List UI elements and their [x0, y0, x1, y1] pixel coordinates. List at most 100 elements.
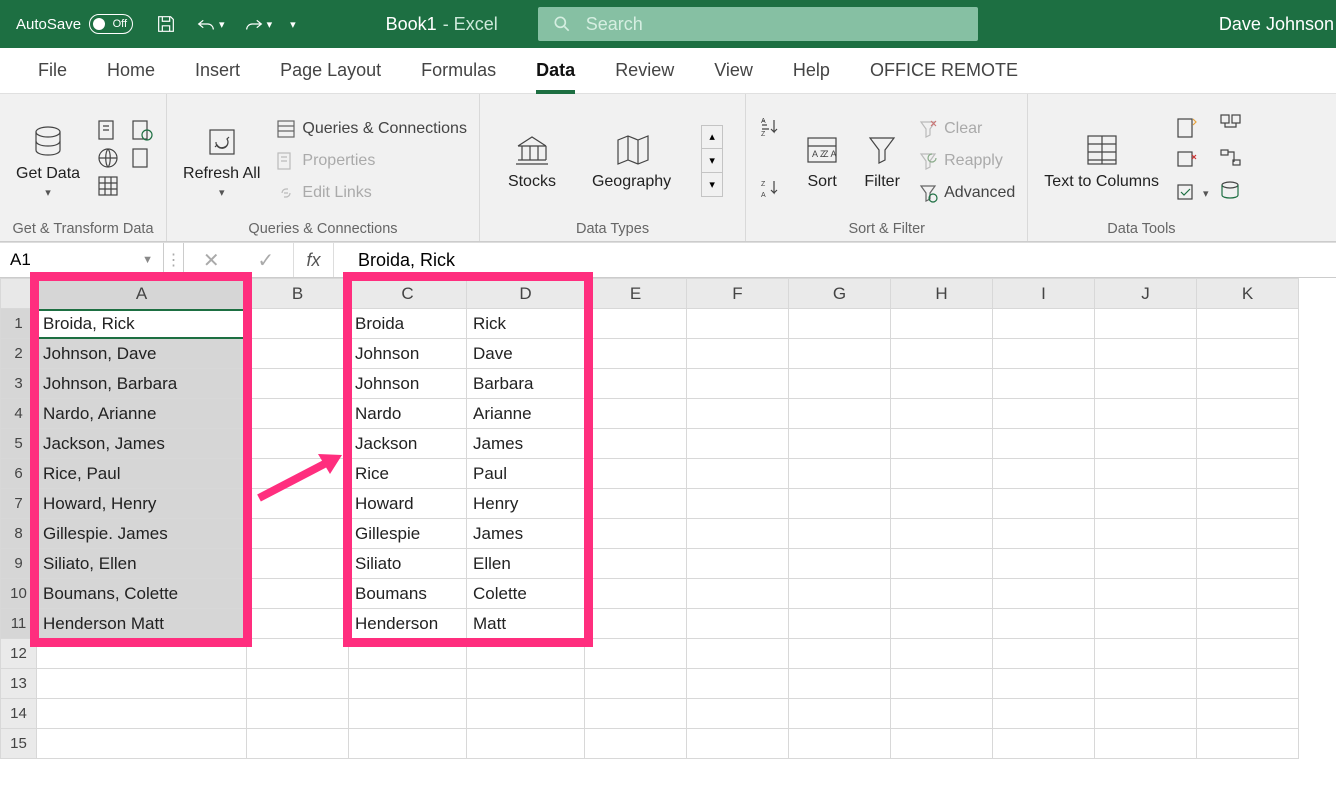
cell-A14[interactable]	[37, 699, 247, 729]
name-box-dropdown-icon[interactable]: ▼	[142, 254, 153, 266]
cell-K4[interactable]	[1197, 399, 1299, 429]
row-header-9[interactable]: 9	[1, 549, 37, 579]
gallery-down-button[interactable]: ▾	[701, 149, 723, 173]
cell-A3[interactable]: Johnson, Barbara	[37, 369, 247, 399]
col-header-J[interactable]: J	[1095, 279, 1197, 309]
cell-I6[interactable]	[993, 459, 1095, 489]
cell-C10[interactable]: Boumans	[349, 579, 467, 609]
tab-help[interactable]: Help	[773, 48, 850, 94]
cell-A12[interactable]	[37, 639, 247, 669]
cell-B7[interactable]	[247, 489, 349, 519]
cell-J13[interactable]	[1095, 669, 1197, 699]
cell-A9[interactable]: Siliato, Ellen	[37, 549, 247, 579]
cell-F12[interactable]	[687, 639, 789, 669]
cell-C11[interactable]: Henderson	[349, 609, 467, 639]
cell-G6[interactable]	[789, 459, 891, 489]
cell-A4[interactable]: Nardo, Arianne	[37, 399, 247, 429]
row-header-11[interactable]: 11	[1, 609, 37, 639]
cell-H14[interactable]	[891, 699, 993, 729]
toggle-switch[interactable]: Off	[89, 14, 133, 34]
col-header-A[interactable]: A	[37, 279, 247, 309]
cell-B8[interactable]	[247, 519, 349, 549]
cell-E15[interactable]	[585, 729, 687, 759]
cell-A13[interactable]	[37, 669, 247, 699]
cell-K3[interactable]	[1197, 369, 1299, 399]
cell-B6[interactable]	[247, 459, 349, 489]
cell-J2[interactable]	[1095, 339, 1197, 369]
cell-K8[interactable]	[1197, 519, 1299, 549]
cell-F7[interactable]	[687, 489, 789, 519]
cell-E9[interactable]	[585, 549, 687, 579]
cell-K1[interactable]	[1197, 309, 1299, 339]
col-header-H[interactable]: H	[891, 279, 993, 309]
cell-E12[interactable]	[585, 639, 687, 669]
cell-I13[interactable]	[993, 669, 1095, 699]
name-box-expand[interactable]: ⋮	[164, 243, 184, 277]
cell-C13[interactable]	[349, 669, 467, 699]
save-icon[interactable]	[155, 13, 177, 35]
from-table-button[interactable]	[94, 174, 156, 203]
cell-I10[interactable]	[993, 579, 1095, 609]
cell-J7[interactable]	[1095, 489, 1197, 519]
cell-C2[interactable]: Johnson	[349, 339, 467, 369]
cell-F11[interactable]	[687, 609, 789, 639]
cell-J14[interactable]	[1095, 699, 1197, 729]
refresh-all-button[interactable]: Refresh All ▾	[177, 120, 266, 200]
cell-H10[interactable]	[891, 579, 993, 609]
col-header-E[interactable]: E	[585, 279, 687, 309]
cell-I8[interactable]	[993, 519, 1095, 549]
row-header-4[interactable]: 4	[1, 399, 37, 429]
cell-G4[interactable]	[789, 399, 891, 429]
cell-C9[interactable]: Siliato	[349, 549, 467, 579]
cell-D10[interactable]: Colette	[467, 579, 585, 609]
gallery-up-button[interactable]: ▴	[701, 125, 723, 149]
cell-B5[interactable]	[247, 429, 349, 459]
col-header-G[interactable]: G	[789, 279, 891, 309]
cell-F3[interactable]	[687, 369, 789, 399]
cell-G5[interactable]	[789, 429, 891, 459]
select-all-corner[interactable]	[1, 279, 37, 309]
gallery-more-button[interactable]: ▾	[701, 173, 723, 197]
cell-C4[interactable]: Nardo	[349, 399, 467, 429]
cell-G10[interactable]	[789, 579, 891, 609]
cell-D9[interactable]: Ellen	[467, 549, 585, 579]
data-validation-button[interactable]: ▾	[1173, 182, 1209, 206]
cell-J6[interactable]	[1095, 459, 1197, 489]
cell-E7[interactable]	[585, 489, 687, 519]
cell-I15[interactable]	[993, 729, 1095, 759]
row-header-15[interactable]: 15	[1, 729, 37, 759]
cell-D4[interactable]: Arianne	[467, 399, 585, 429]
flash-fill-button[interactable]	[1173, 116, 1209, 145]
cell-D12[interactable]	[467, 639, 585, 669]
cell-D14[interactable]	[467, 699, 585, 729]
tab-review[interactable]: Review	[595, 48, 694, 94]
cell-D2[interactable]: Dave	[467, 339, 585, 369]
cell-H6[interactable]	[891, 459, 993, 489]
cell-J11[interactable]	[1095, 609, 1197, 639]
insert-function-button[interactable]: fx	[294, 243, 334, 277]
cell-C12[interactable]	[349, 639, 467, 669]
cell-J8[interactable]	[1095, 519, 1197, 549]
sheet-grid[interactable]: ABCDEFGHIJK1Broida, RickBroidaRick2Johns…	[0, 278, 1336, 759]
cell-B11[interactable]	[247, 609, 349, 639]
cell-E3[interactable]	[585, 369, 687, 399]
cell-B12[interactable]	[247, 639, 349, 669]
cell-I14[interactable]	[993, 699, 1095, 729]
cell-K10[interactable]	[1197, 579, 1299, 609]
cell-B15[interactable]	[247, 729, 349, 759]
cell-K12[interactable]	[1197, 639, 1299, 669]
cell-J12[interactable]	[1095, 639, 1197, 669]
queries-connections-button[interactable]: Queries & Connections	[274, 115, 469, 143]
cell-F6[interactable]	[687, 459, 789, 489]
col-header-F[interactable]: F	[687, 279, 789, 309]
cell-F4[interactable]	[687, 399, 789, 429]
qat-customize-icon[interactable]: ▾	[290, 18, 296, 31]
cell-B10[interactable]	[247, 579, 349, 609]
cell-F13[interactable]	[687, 669, 789, 699]
row-header-5[interactable]: 5	[1, 429, 37, 459]
cell-I4[interactable]	[993, 399, 1095, 429]
cell-F14[interactable]	[687, 699, 789, 729]
cell-C5[interactable]: Jackson	[349, 429, 467, 459]
user-name[interactable]: Dave Johnson	[1219, 14, 1336, 35]
cell-C6[interactable]: Rice	[349, 459, 467, 489]
